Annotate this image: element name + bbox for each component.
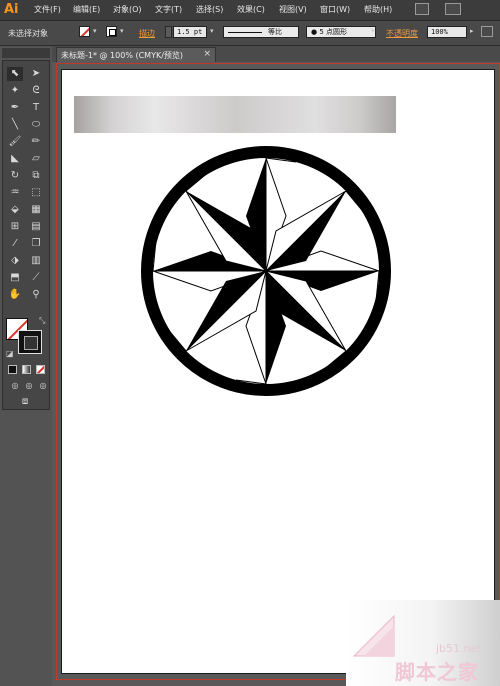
stroke-color-box[interactable] [18, 330, 42, 354]
blob-brush-tool-icon[interactable]: ◣ [7, 152, 23, 166]
brush-label: 5 点圆形 [319, 28, 348, 36]
chevron-down-icon[interactable]: ▾ [93, 27, 97, 35]
tools-panel: ⬉ ➤ ✦ ᘓ ✒ T ╲ ⬭ 🖌 ✏ ◣ ▱ ↻ ⧉ ♒ ⬚ ⬙ ▦ ⊞ ▤ … [2, 60, 50, 410]
menu-window[interactable]: 窗口(W) [320, 4, 350, 15]
opacity-label[interactable]: 不透明度 [386, 28, 418, 39]
scale-tool-icon[interactable]: ⧉ [28, 169, 44, 183]
profile-label: 等比 [268, 28, 282, 36]
chevron-down-icon[interactable]: ▾ [371, 27, 375, 35]
close-icon[interactable]: × [203, 49, 211, 59]
bridge-icon[interactable] [415, 3, 429, 15]
zoom-tool-icon[interactable]: ⚲ [28, 288, 44, 302]
draw-inside-icon[interactable]: ◎ [35, 379, 51, 393]
menu-bar: Ai 文件(F) 编辑(E) 对象(O) 文字(T) 选择(S) 效果(C) 视… [0, 0, 500, 21]
menu-help[interactable]: 帮助(H) [364, 4, 392, 15]
gradient-mode-icon[interactable] [22, 365, 31, 374]
eraser-tool-icon[interactable]: ▱ [28, 152, 44, 166]
menu-view[interactable]: 视图(V) [279, 4, 307, 15]
brush-dot-icon: ● [311, 28, 318, 36]
stroke-label[interactable]: 描边 [139, 28, 155, 39]
chevron-down-icon[interactable]: ▾ [120, 27, 124, 35]
document-tab-label: 未标题-1* @ 100% (CMYK/预览) [61, 51, 184, 60]
arrange-documents-icon[interactable] [445, 3, 461, 15]
shape-builder-tool-icon[interactable]: ⬙ [7, 203, 23, 217]
eyedropper-tool-icon[interactable]: ⁄ [7, 237, 23, 251]
watermark-site-name: 脚本之家 [395, 660, 479, 684]
selection-tool-icon[interactable]: ⬉ [7, 67, 23, 81]
free-transform-tool-icon[interactable]: ⬚ [28, 186, 44, 200]
menu-effect[interactable]: 效果(C) [237, 4, 265, 15]
perspective-grid-tool-icon[interactable]: ▦ [28, 203, 44, 217]
chevron-right-icon[interactable]: ▸ [470, 27, 474, 35]
stroke-swatch[interactable] [106, 26, 117, 37]
toolbox-grip[interactable] [2, 48, 50, 58]
hand-tool-icon[interactable]: ✋ [7, 288, 23, 302]
profile-line-icon [228, 31, 262, 33]
menu-edit[interactable]: 编辑(E) [73, 4, 100, 15]
control-bar: 未选择对象 ▾ ▾ 描边 1.5 pt ▾ 等比 ● 5 点圆形 ▾ 不透明度 … [0, 21, 500, 46]
fill-swatch[interactable] [79, 26, 90, 37]
pencil-tool-icon[interactable]: ✏ [28, 135, 44, 149]
brush-definition[interactable]: ● 5 点圆形 [306, 26, 376, 38]
app-logo: Ai [4, 2, 19, 17]
menu-type[interactable]: 文字(T) [155, 4, 182, 15]
warp-tool-icon[interactable]: ♒ [7, 186, 23, 200]
magic-wand-tool-icon[interactable]: ✦ [7, 84, 23, 98]
document-tab[interactable]: 未标题-1* @ 100% (CMYK/预览) × [56, 47, 216, 62]
menu-select[interactable]: 选择(S) [196, 4, 223, 15]
paintbrush-tool-icon[interactable]: 🖌 [7, 135, 23, 149]
gradient-tool-icon[interactable]: ▤ [28, 220, 44, 234]
screen-mode-icon[interactable]: ⧈ [17, 395, 33, 409]
menu-file[interactable]: 文件(F) [34, 4, 61, 15]
mesh-tool-icon[interactable]: ⊞ [7, 220, 23, 234]
artboard-tool-icon[interactable]: ⬒ [7, 271, 23, 285]
chevron-down-icon[interactable]: ▾ [210, 27, 214, 35]
selection-status: 未选择对象 [8, 29, 48, 38]
color-mode-icon[interactable] [8, 365, 17, 374]
pen-tool-icon[interactable]: ✒ [7, 101, 23, 115]
watermark-url: jb51.net [436, 642, 482, 655]
menu-object[interactable]: 对象(O) [113, 4, 142, 15]
style-icon[interactable] [481, 26, 493, 37]
gradient-rectangle[interactable] [74, 96, 396, 133]
ellipse-tool-icon[interactable]: ⬭ [28, 118, 44, 132]
compass-star-artwork[interactable] [140, 143, 392, 399]
column-graph-tool-icon[interactable]: ▥ [28, 254, 44, 268]
variable-width-profile[interactable]: 等比 [223, 26, 299, 38]
none-mode-icon[interactable] [36, 365, 45, 374]
symbol-sprayer-tool-icon[interactable]: ⬗ [7, 254, 23, 268]
rotate-tool-icon[interactable]: ↻ [7, 169, 23, 183]
slice-tool-icon[interactable]: ⟋ [28, 271, 44, 285]
lasso-tool-icon[interactable]: ᘓ [28, 84, 44, 98]
blend-tool-icon[interactable]: ❐ [28, 237, 44, 251]
swap-fill-stroke-icon[interactable]: ⤡ [39, 316, 45, 326]
watermark-logo-icon [352, 614, 395, 657]
line-tool-icon[interactable]: ╲ [7, 118, 23, 132]
type-tool-icon[interactable]: T [28, 101, 44, 115]
direct-selection-tool-icon[interactable]: ➤ [28, 67, 44, 81]
opacity-field[interactable]: 100% [427, 26, 467, 38]
default-fill-stroke-icon[interactable]: ◪ [6, 349, 14, 358]
stroke-weight-field[interactable]: 1.5 pt [173, 26, 207, 38]
stroke-weight-stepper[interactable] [165, 26, 172, 38]
